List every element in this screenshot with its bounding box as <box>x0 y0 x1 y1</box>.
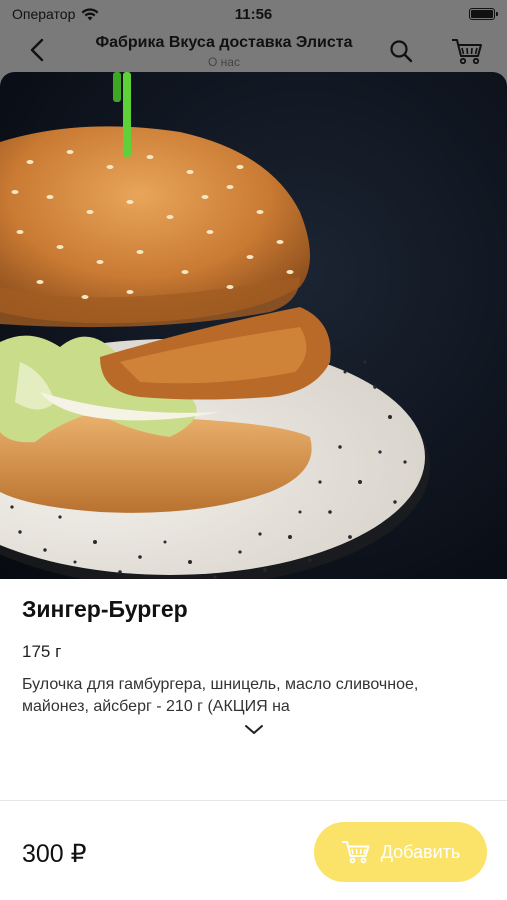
search-icon[interactable] <box>388 38 414 64</box>
product-photo <box>0 72 507 579</box>
add-button-label: Добавить <box>380 841 461 862</box>
page-subtitle[interactable]: О нас <box>74 55 374 69</box>
cart-icon[interactable] <box>450 36 484 66</box>
chevron-down-icon[interactable] <box>243 722 265 738</box>
nav-title-block: Фабрика Вкуса доставка Элиста О нас <box>74 34 374 69</box>
product-sheet: Зингер-Бургер 175 г Булочка для гамбурге… <box>0 72 507 900</box>
product-name: Зингер-Бургер <box>22 596 188 622</box>
product-description: Булочка для гамбургера, шницель, масло с… <box>22 676 419 715</box>
cart-icon <box>341 841 370 864</box>
status-left: Оператор <box>12 6 99 22</box>
purchase-footer: 300 ₽ Добавить <box>0 800 507 900</box>
carrier-label: Оператор <box>12 6 76 22</box>
burger-image <box>0 72 430 579</box>
battery-icon <box>469 8 498 20</box>
battery-level <box>471 10 493 18</box>
chevron-left-icon[interactable] <box>24 36 52 64</box>
product-weight: 175 г <box>22 642 62 661</box>
add-to-cart-button[interactable]: Добавить <box>314 822 487 882</box>
page-title: Фабрика Вкуса доставка Элиста <box>95 34 353 51</box>
wifi-icon <box>81 7 99 20</box>
product-price: 300 ₽ <box>22 840 87 868</box>
status-bar: Оператор 11:56 <box>0 0 507 28</box>
navigation-bar: Фабрика Вкуса доставка Элиста О нас <box>0 28 507 74</box>
